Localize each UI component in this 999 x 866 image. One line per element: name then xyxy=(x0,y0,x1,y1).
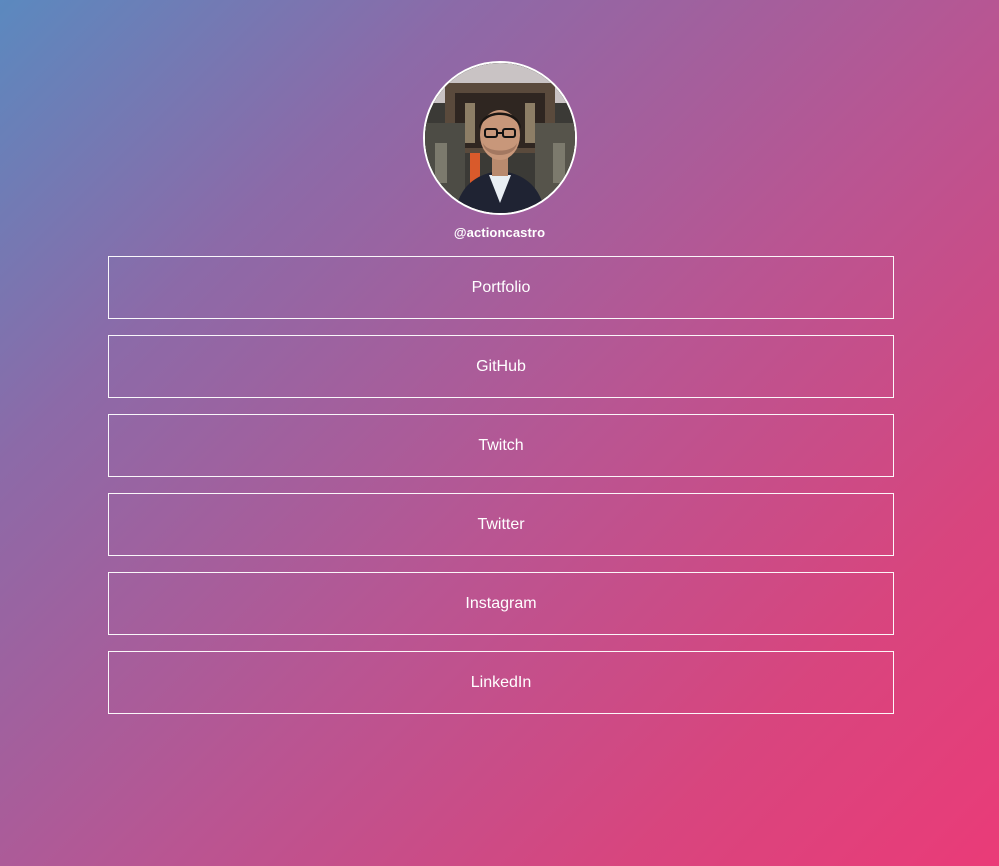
link-list: Portfolio GitHub Twitch Twitter Instagra… xyxy=(108,256,894,730)
instagram-link-button[interactable]: Instagram xyxy=(108,572,894,635)
twitter-link-button[interactable]: Twitter xyxy=(108,493,894,556)
profile-handle: @actioncastro xyxy=(453,225,546,240)
profile-header: @actioncastro xyxy=(0,61,999,240)
portfolio-link-button[interactable]: Portfolio xyxy=(108,256,894,319)
linkedin-link-button[interactable]: LinkedIn xyxy=(108,651,894,714)
twitch-link-button[interactable]: Twitch xyxy=(108,414,894,477)
avatar xyxy=(422,61,577,215)
avatar-photo-icon xyxy=(424,63,575,213)
github-link-button[interactable]: GitHub xyxy=(108,335,894,398)
